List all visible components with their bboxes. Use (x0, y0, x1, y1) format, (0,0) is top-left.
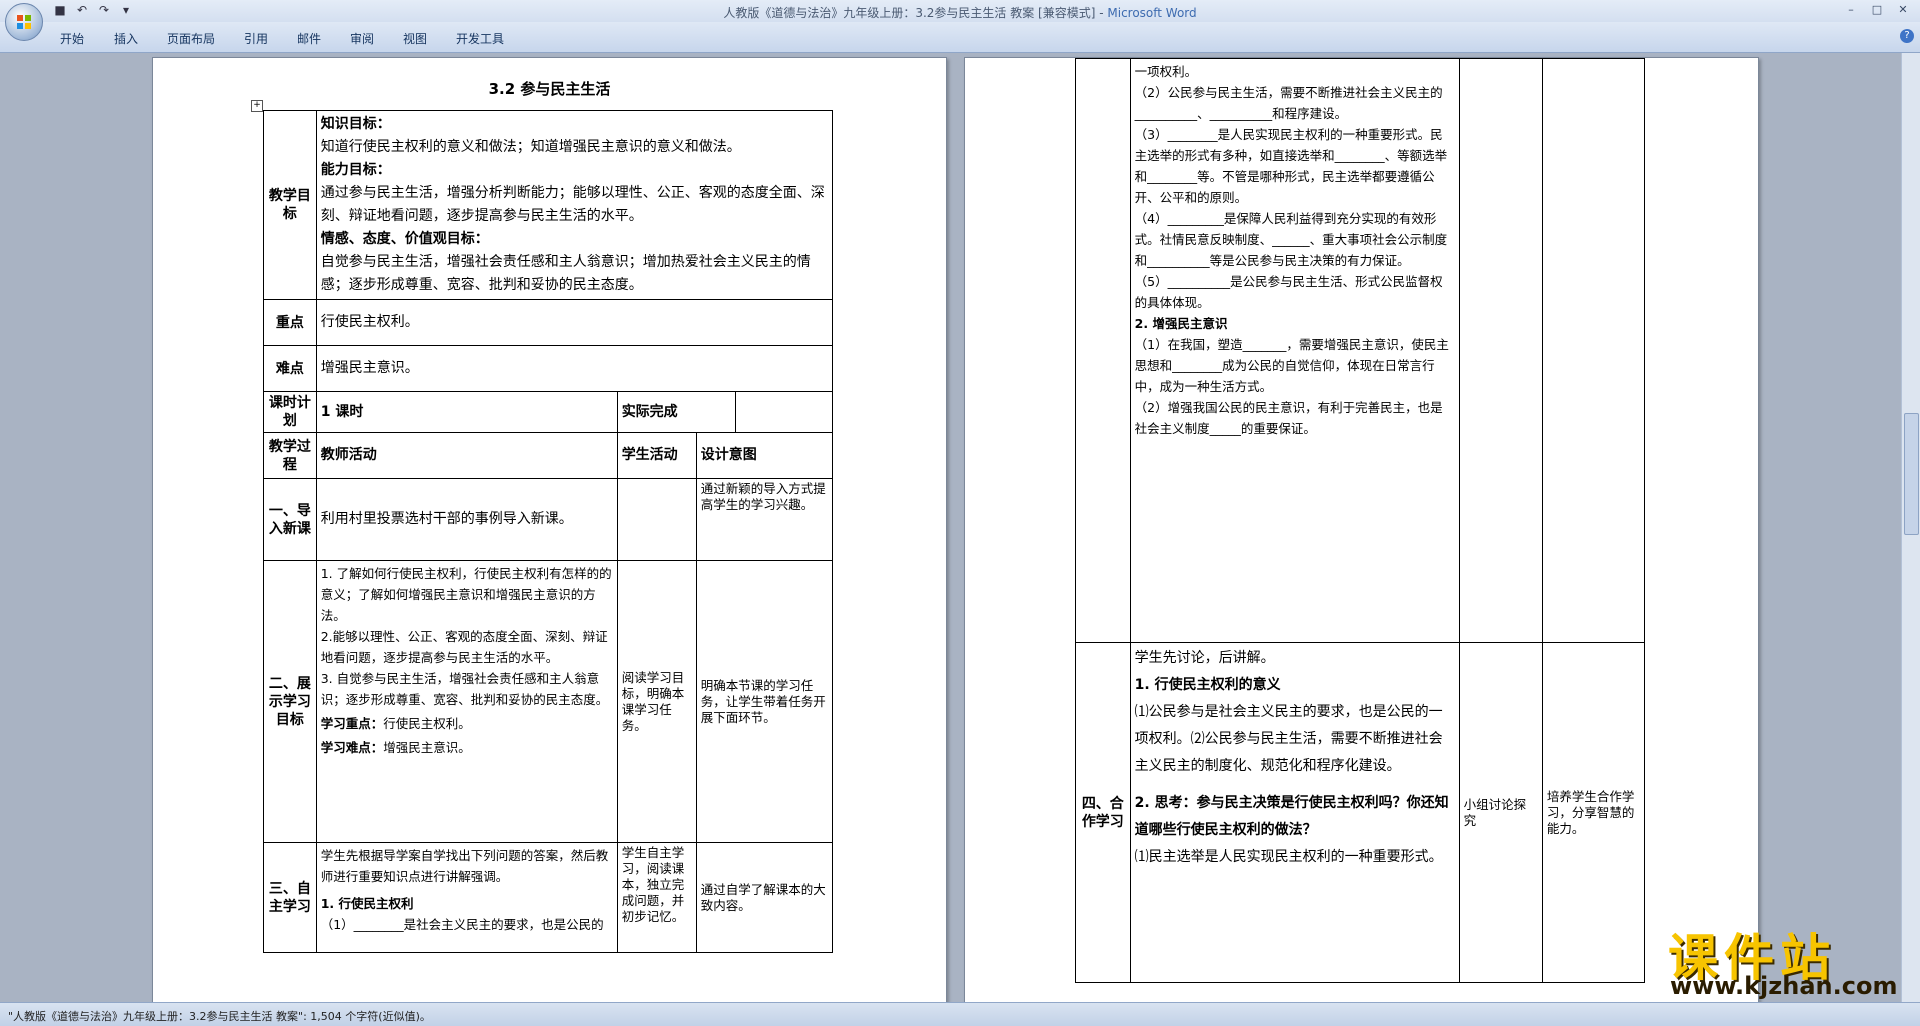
student-cell-continued[interactable] (1458, 58, 1543, 643)
learning-difficulty: 增强民主意识。 (383, 740, 471, 755)
design-cell-continued[interactable] (1541, 58, 1646, 643)
stage-4-heading: 1. 行使民主权利的意义 (1134, 677, 1281, 693)
stage-2-text: 1. 了解如何行使民主权利，行使民主权利有怎样的的意义；了解如何增强民主意识和增… (320, 566, 612, 623)
teacher-header: 教师活动 (315, 432, 618, 479)
lesson-table: 教学目标 知识目标： 知道行使民主权利的意义和做法；知道增强民主意识的意义和做法… (263, 110, 834, 953)
continued-label (1075, 58, 1131, 643)
stage-3-teacher-continued[interactable]: 一项权利。 （2）公民参与民主生活，需要不断推进社会主义民主的_________… (1129, 58, 1460, 643)
close-button[interactable]: ✕ (1892, 2, 1914, 18)
scrollbar-thumb[interactable] (1904, 413, 1919, 535)
question-text: （2）增强我国公民的民主意识，有利于完善民主，也是社会主义制度_____的重要保… (1134, 400, 1443, 436)
stage-4-label: 四、合作学习 (1075, 642, 1131, 983)
tab-insert[interactable]: 插入 (114, 30, 138, 47)
document-title: 3.2 参与民主生活 (488, 80, 611, 98)
stage-3-teacher[interactable]: 学生先根据导学案自学找出下列问题的答案，然后教师进行重要知识点进行讲解强调。 1… (315, 842, 618, 953)
office-button[interactable] (5, 3, 43, 41)
document-area: 3.2 参与民主生活 + 教学目标 知识目标： 知道行使民主权利的意义和做法；知… (0, 53, 1902, 1002)
office-logo-icon (17, 15, 31, 29)
question-text: 一项权利。 (1134, 64, 1198, 79)
status-bar: "人教版《道德与法治》九年级上册：3.2参与民主生活 教案": 1,504 个字… (0, 1002, 1920, 1026)
window-title: 人教版《道德与法治》九年级上册：3.2参与民主生活 教案 [兼容模式] - Mi… (723, 6, 1197, 20)
stage-1-design[interactable]: 通过新颖的导入方式提高学生的学习兴趣。 (695, 478, 834, 561)
tab-developer[interactable]: 开发工具 (456, 30, 504, 47)
tab-view[interactable]: 视图 (403, 30, 427, 47)
tab-references[interactable]: 引用 (244, 30, 268, 47)
stage-2-design[interactable]: 明确本节课的学习任务，让学生带着任务开展下面环节。 (695, 560, 834, 843)
done-label: 实际完成 (616, 391, 737, 433)
question-text: （4）_________是保障人民利益得到充分实现的有效形式。社情民意反映制度、… (1134, 211, 1448, 268)
goal-heading: 情感、态度、价值观目标： (320, 231, 489, 247)
stage-4-teacher[interactable]: 学生先讨论，后讲解。 1. 行使民主权利的意义 ⑴公民参与是社会主义民主的要求，… (1129, 642, 1460, 983)
stage-3-heading: 1. 行使民主权利 (320, 896, 414, 911)
section-heading: 2. 增强民主意识 (1134, 316, 1228, 331)
goal-text: 通过参与民主生活，增强分析判断能力；能够以理性、公正、客观的态度全面、深刻、辩证… (320, 185, 825, 224)
stage-4-design[interactable]: 培养学生合作学习，分享智慧的能力。 (1541, 642, 1646, 983)
stage-4-text: ⑴公民参与是社会主义民主的要求，也是公民的一项权利。⑵公民参与民主生活，需要不断… (1134, 704, 1443, 774)
ribbon-tabs: 开始 插入 页面布局 引用 邮件 审阅 视图 开发工具 (0, 22, 1920, 53)
minimize-button[interactable]: – (1840, 2, 1862, 18)
stage-1-label: 一、导入新课 (263, 478, 317, 561)
goal-heading: 知识目标： (320, 116, 391, 132)
difficulty-cell[interactable]: 增强民主意识。 (315, 345, 834, 392)
help-icon[interactable]: ? (1900, 29, 1914, 43)
tab-home[interactable]: 开始 (60, 30, 84, 47)
page-2: 一项权利。 （2）公民参与民主生活，需要不断推进社会主义民主的_________… (964, 57, 1759, 1002)
difficulty-label: 难点 (263, 345, 317, 392)
plan-cell[interactable]: 1 课时 (315, 391, 618, 433)
stage-2-text: 3. 自觉参与民主生活，增强社会责任感和主人翁意识；逐步形成尊重、宽容、批判和妥… (320, 671, 609, 707)
goal-text: 知道行使民主权利的意义和做法；知道增强民主意识的意义和做法。 (320, 139, 741, 155)
lesson-table-continued: 一项权利。 （2）公民参与民主生活，需要不断推进社会主义民主的_________… (1075, 58, 1646, 983)
page-1: 3.2 参与民主生活 + 教学目标 知识目标： 知道行使民主权利的意义和做法；知… (152, 57, 947, 1002)
learning-key: 行使民主权利。 (383, 716, 471, 731)
learning-key-heading: 学习重点： (320, 716, 384, 731)
stage-4-text: 学生先讨论，后讲解。 (1134, 650, 1275, 666)
question-text: （5）__________是公民参与民主生活、形式公民监督权的具体体现。 (1134, 274, 1443, 310)
stage-2-student[interactable]: 阅读学习目标，明确本课学习任务。 (616, 560, 697, 843)
question-text: （3）________是人民实现民主权利的一种重要形式。民主选举的形式有多种，如… (1134, 127, 1448, 205)
tab-review[interactable]: 审阅 (350, 30, 374, 47)
tab-page-layout[interactable]: 页面布局 (167, 30, 215, 47)
goals-cell[interactable]: 知识目标： 知道行使民主权利的意义和做法；知道增强民主意识的意义和做法。 能力目… (315, 110, 834, 300)
stage-3-student[interactable]: 学生自主学习，阅读课本，独立完成问题，并初步记忆。 (616, 842, 697, 953)
title-bar: ■ ↶ ↷ ▾ 人教版《道德与法治》九年级上册：3.2参与民主生活 教案 [兼容… (0, 0, 1920, 22)
stage-1-student[interactable] (616, 478, 697, 561)
student-header: 学生活动 (616, 432, 697, 479)
stage-1-teacher[interactable]: 利用村里投票选村干部的事例导入新课。 (315, 478, 618, 561)
learning-difficulty-heading: 学习难点： (320, 740, 384, 755)
table-move-handle-icon[interactable]: + (251, 100, 263, 112)
design-header: 设计意图 (695, 432, 834, 479)
stage-4-student[interactable]: 小组讨论探究 (1458, 642, 1543, 983)
stage-3-text: 学生先根据导学案自学找出下列问题的答案，然后教师进行重要知识点进行讲解强调。 (320, 848, 609, 884)
stage-2-label: 二、展示学习目标 (263, 560, 317, 843)
stage-3-design[interactable]: 通过自学了解课本的大致内容。 (695, 842, 834, 953)
tab-mailings[interactable]: 邮件 (297, 30, 321, 47)
maximize-button[interactable]: □ (1866, 2, 1888, 18)
key-cell[interactable]: 行使民主权利。 (315, 299, 834, 346)
goals-label: 教学目标 (263, 110, 317, 300)
question-text: （2）公民参与民主生活，需要不断推进社会主义民主的__________、____… (1134, 85, 1443, 121)
stage-4-question: 2. 思考：参与民主决策是行使民主权利吗？你还知道哪些行使民主权利的做法？ (1134, 795, 1449, 838)
key-label: 重点 (263, 299, 317, 346)
watermark-url: www.kjzhan.com (1670, 972, 1898, 1000)
stage-2-teacher[interactable]: 1. 了解如何行使民主权利，行使民主权利有怎样的的意义；了解如何增强民主意识和增… (315, 560, 618, 843)
stage-3-label: 三、自主学习 (263, 842, 317, 953)
goal-heading: 能力目标： (320, 162, 391, 178)
stage-4-text: ⑴民主选举是人民实现民主权利的一种重要形式。 (1134, 849, 1443, 865)
goal-text: 自觉参与民主生活，增强社会责任感和主人翁意识；增加热爱社会主义民主的情感；逐步形… (320, 254, 811, 293)
done-cell[interactable] (735, 391, 833, 433)
process-label: 教学过程 (263, 432, 317, 479)
stage-3-text: （1）________是社会主义民主的要求，也是公民的 (320, 917, 604, 932)
plan-label: 课时计划 (263, 391, 317, 433)
question-text: （1）在我国，塑造_______，需要增强民主意识，使民主思想和________… (1134, 337, 1449, 394)
vertical-scrollbar[interactable] (1901, 53, 1920, 1002)
word-count[interactable]: "人教版《道德与法治》九年级上册：3.2参与民主生活 教案": 1,504 个字… (8, 1008, 431, 1024)
stage-2-text: 2.能够以理性、公正、客观的态度全面、深刻、辩证地看问题，逐步提高参与民主生活的… (320, 629, 608, 665)
